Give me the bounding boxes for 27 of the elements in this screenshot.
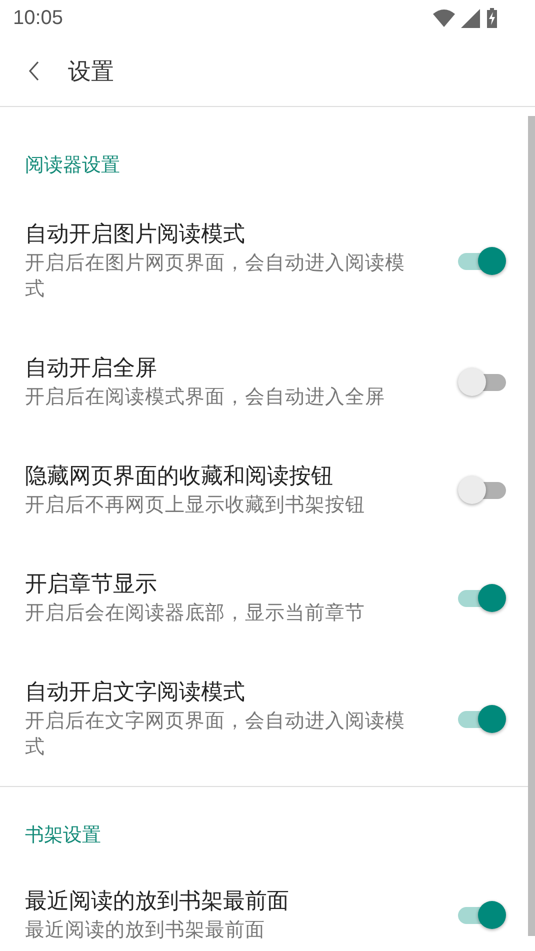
section-header: 阅读器设置 (24, 153, 121, 178)
setting-description: 开启后不再网页上显示收藏到书架按钮 (25, 492, 366, 518)
setting-description: 最近阅读的放到书架最前面 (25, 917, 266, 943)
setting-description: 开启后在图片网页界面，会自动进入阅读模式 (25, 250, 406, 302)
toggle-switch[interactable] (458, 247, 506, 275)
toggle-switch[interactable] (458, 368, 506, 396)
back-icon[interactable] (28, 61, 40, 81)
setting-description: 开启后会在阅读器底部，显示当前章节 (25, 600, 366, 626)
setting-title: 最近阅读的放到书架最前面 (25, 888, 290, 916)
toggle-switch[interactable] (458, 705, 506, 733)
signal-icon (461, 8, 480, 28)
setting-title: 隐藏网页界面的收藏和阅读按钮 (25, 463, 334, 491)
setting-title: 自动开启图片阅读模式 (25, 221, 246, 249)
scrollbar[interactable] (528, 116, 535, 936)
setting-title: 开启章节显示 (25, 571, 158, 599)
setting-description: 开启后在阅读模式界面，会自动进入全屏 (25, 384, 386, 410)
setting-title: 自动开启文字阅读模式 (25, 679, 246, 707)
battery-charging-icon (486, 8, 498, 28)
section-header: 书架设置 (24, 823, 102, 848)
page-title: 设置 (68, 58, 114, 86)
wifi-icon (433, 9, 455, 27)
status-time: 10:05 (13, 6, 64, 30)
toggle-switch[interactable] (458, 476, 506, 504)
setting-title: 自动开启全屏 (25, 355, 158, 383)
setting-description: 开启后在文字网页界面，会自动进入阅读模式 (25, 708, 406, 760)
toggle-switch[interactable] (458, 901, 506, 929)
toggle-switch[interactable] (458, 584, 506, 612)
